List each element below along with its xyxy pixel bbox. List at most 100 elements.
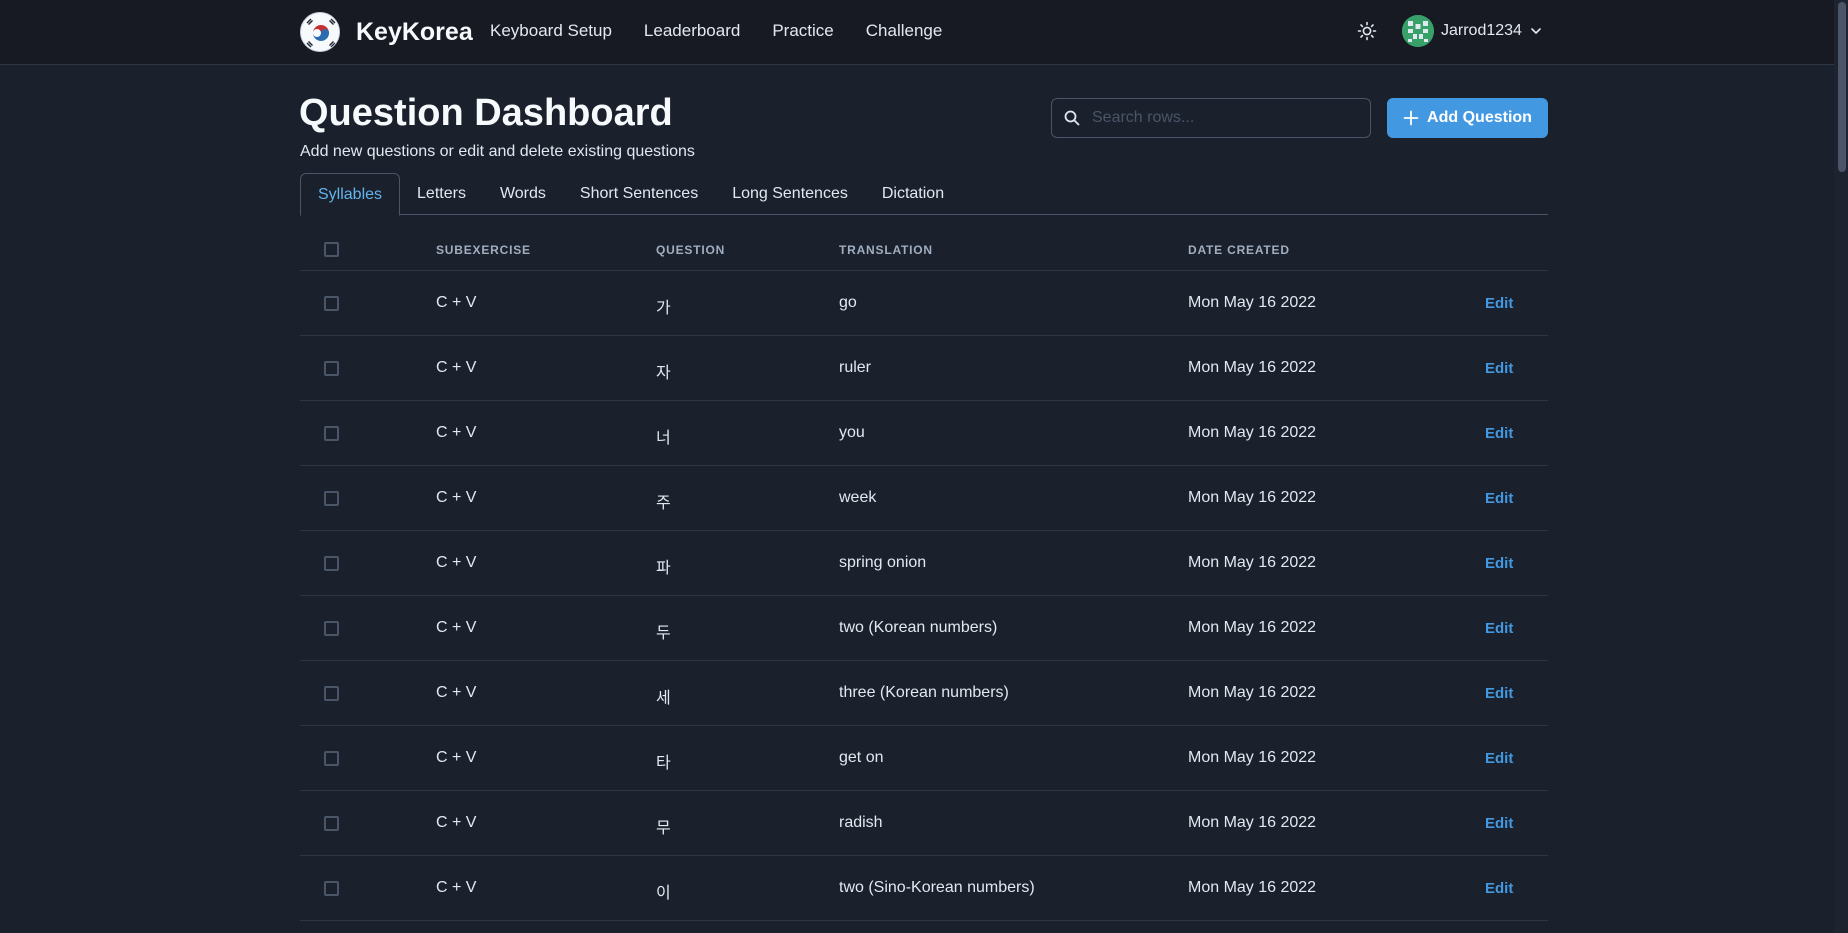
nav-leaderboard[interactable]: Leaderboard: [644, 21, 740, 41]
search-icon: [1064, 110, 1080, 126]
edit-link[interactable]: Edit: [1485, 815, 1513, 832]
cell-question: 가: [656, 300, 671, 317]
nav-keyboard-setup[interactable]: Keyboard Setup: [490, 21, 612, 41]
cell-translation: radish: [839, 814, 883, 831]
cell-question: 자: [656, 365, 671, 382]
cell-date-created: Mon May 16 2022: [1188, 684, 1317, 701]
table-row: C + V 타 get on Mon May 16 2022 Edit: [300, 726, 1548, 791]
cell-date-created: Mon May 16 2022: [1188, 619, 1317, 636]
chevron-down-icon: [1531, 28, 1541, 34]
cell-date-created: Mon May 16 2022: [1188, 814, 1317, 831]
nav-practice[interactable]: Practice: [772, 21, 833, 41]
cell-subexercise: C + V: [436, 424, 477, 441]
edit-link[interactable]: Edit: [1485, 750, 1513, 767]
edit-link[interactable]: Edit: [1485, 685, 1513, 702]
cell-translation: spring onion: [839, 554, 927, 571]
search-box[interactable]: [1051, 98, 1371, 138]
edit-link[interactable]: Edit: [1485, 490, 1513, 507]
cell-translation: you: [839, 424, 865, 441]
cell-question: 무: [656, 820, 671, 837]
column-header-question[interactable]: QUESTION: [656, 243, 725, 257]
cell-translation: two (Sino-Korean numbers): [839, 879, 1035, 896]
tab-long-sentences[interactable]: Long Sentences: [715, 173, 865, 215]
cell-question: 두: [656, 625, 671, 642]
table-row: C + V 주 week Mon May 16 2022 Edit: [300, 466, 1548, 531]
cell-translation: week: [839, 489, 877, 506]
table-row: C + V 두 two (Korean numbers) Mon May 16 202…: [300, 596, 1548, 661]
plus-icon: [1403, 110, 1419, 126]
edit-link[interactable]: Edit: [1485, 360, 1513, 377]
brand[interactable]: KeyKorea: [300, 12, 473, 52]
table-row: C + V 너 you Mon May 16 2022 Edit: [300, 401, 1548, 466]
cell-translation: three (Korean numbers): [839, 684, 1009, 701]
cell-question: 파: [656, 560, 671, 577]
tab-words[interactable]: Words: [483, 173, 563, 215]
cell-subexercise: C + V: [436, 359, 477, 376]
top-navbar: KeyKorea Keyboard Setup Leaderboard Prac…: [0, 0, 1848, 65]
cell-date-created: Mon May 16 2022: [1188, 879, 1317, 896]
scrollbar-thumb[interactable]: [1838, 2, 1846, 172]
cell-date-created: Mon May 16 2022: [1188, 359, 1317, 376]
cell-date-created: Mon May 16 2022: [1188, 749, 1317, 766]
cell-subexercise: C + V: [436, 619, 477, 636]
row-checkbox[interactable]: [324, 556, 339, 571]
row-checkbox[interactable]: [324, 361, 339, 376]
cell-translation: ruler: [839, 359, 872, 376]
edit-link[interactable]: Edit: [1485, 425, 1513, 442]
tab-dictation[interactable]: Dictation: [865, 173, 961, 215]
brand-name: KeyKorea: [356, 17, 473, 46]
cell-question: 세: [656, 690, 671, 707]
scrollbar[interactable]: [1834, 0, 1848, 933]
tab-short-sentences[interactable]: Short Sentences: [563, 173, 715, 215]
edit-link[interactable]: Edit: [1485, 620, 1513, 637]
username: Jarrod1234: [1441, 22, 1522, 39]
table-row: C + V 파 spring onion Mon May 16 2022 Edit: [300, 531, 1548, 596]
search-input[interactable]: [1092, 99, 1362, 137]
select-all-checkbox[interactable]: [324, 242, 339, 257]
column-header-translation[interactable]: TRANSLATION: [839, 243, 933, 257]
exercise-tabs: Syllables Letters Words Short Sentences …: [300, 173, 1548, 216]
tab-letters[interactable]: Letters: [400, 173, 483, 215]
cell-date-created: Mon May 16 2022: [1188, 489, 1317, 506]
edit-link[interactable]: Edit: [1485, 295, 1513, 312]
table-row: C + V 가 go Mon May 16 2022 Edit: [300, 271, 1548, 336]
sun-icon[interactable]: [1356, 20, 1378, 42]
row-checkbox[interactable]: [324, 686, 339, 701]
row-checkbox[interactable]: [324, 621, 339, 636]
cell-date-created: Mon May 16 2022: [1188, 424, 1317, 441]
avatar: [1402, 15, 1434, 47]
page-subtitle: Add new questions or edit and delete exi…: [300, 143, 695, 160]
row-checkbox[interactable]: [324, 751, 339, 766]
row-checkbox[interactable]: [324, 296, 339, 311]
cell-subexercise: C + V: [436, 749, 477, 766]
cell-date-created: Mon May 16 2022: [1188, 554, 1317, 571]
edit-link[interactable]: Edit: [1485, 880, 1513, 897]
row-checkbox[interactable]: [324, 426, 339, 441]
row-checkbox[interactable]: [324, 491, 339, 506]
table-row: C + V 자 ruler Mon May 16 2022 Edit: [300, 336, 1548, 401]
add-question-button[interactable]: Add Question: [1387, 98, 1548, 138]
column-header-subexercise[interactable]: SUBEXERCISE: [436, 243, 531, 257]
cell-question: 주: [656, 495, 671, 512]
row-checkbox[interactable]: [324, 881, 339, 896]
add-question-label: Add Question: [1427, 109, 1532, 126]
table-row: C + V 세 three (Korean numbers) Mon May 16 2…: [300, 661, 1548, 726]
user-menu[interactable]: Jarrod1234: [1402, 15, 1542, 47]
cell-subexercise: C + V: [436, 814, 477, 831]
table-body: C + V 가 go Mon May 16 2022 Edit C + V 자 ruler Mo…: [300, 271, 1548, 921]
cell-translation: go: [839, 294, 857, 311]
questions-table: SUBEXERCISE QUESTION TRANSLATION DATE CR…: [300, 226, 1548, 921]
cell-subexercise: C + V: [436, 294, 477, 311]
cell-translation: get on: [839, 749, 884, 766]
edit-link[interactable]: Edit: [1485, 555, 1513, 572]
row-checkbox[interactable]: [324, 816, 339, 831]
cell-question: 너: [656, 430, 671, 447]
cell-date-created: Mon May 16 2022: [1188, 294, 1317, 311]
column-header-date-created[interactable]: DATE CREATED: [1188, 243, 1290, 257]
nav-challenge[interactable]: Challenge: [866, 21, 943, 41]
tab-syllables[interactable]: Syllables: [300, 173, 401, 216]
main-nav: Keyboard Setup Leaderboard Practice Chal…: [490, 0, 974, 62]
cell-question: 이: [656, 885, 671, 902]
cell-translation: two (Korean numbers): [839, 619, 998, 636]
korean-flag-logo-icon: [300, 12, 340, 52]
